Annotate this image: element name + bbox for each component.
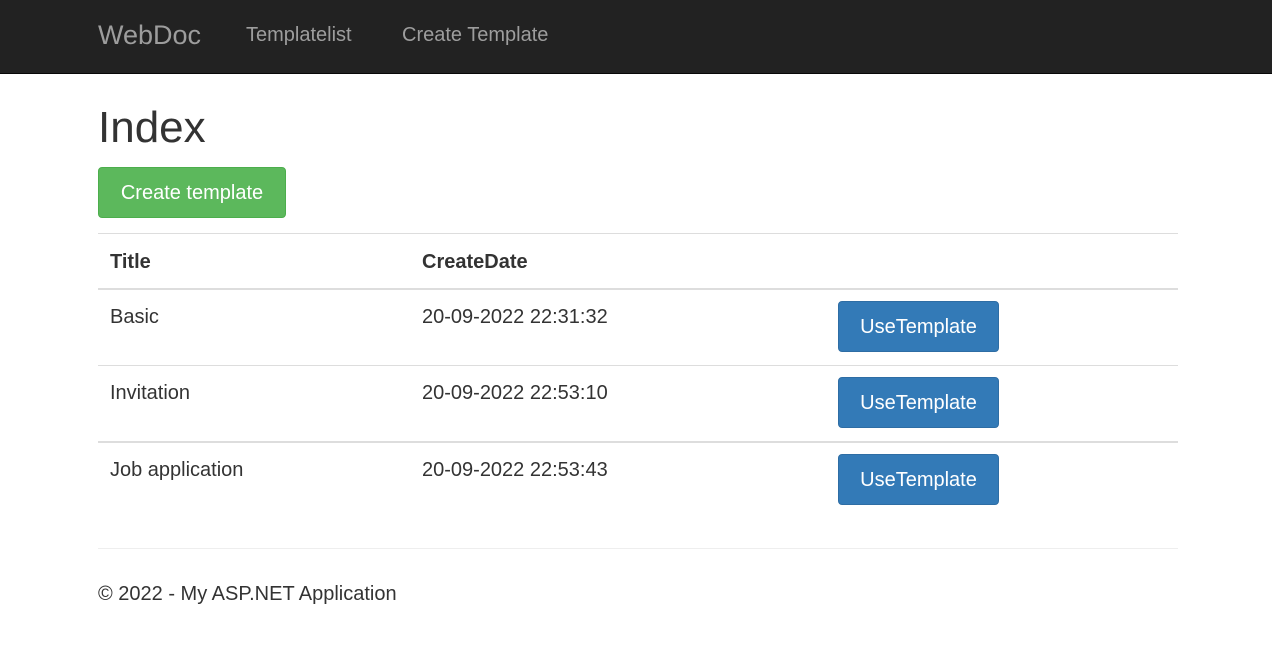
row-create-date: 20-09-2022 22:31:32 — [422, 306, 608, 328]
page-title: Index — [98, 103, 206, 152]
table-row: Basic 20-09-2022 22:31:32 UseTemplate — [98, 290, 1178, 366]
nav-link-templatelist[interactable]: Templatelist — [246, 23, 352, 47]
nav-link-create-template[interactable]: Create Template — [402, 23, 548, 47]
row-create-date: 20-09-2022 22:53:10 — [422, 382, 608, 404]
table-row: Job application 20-09-2022 22:53:43 UseT… — [98, 443, 1178, 519]
row-title: Basic — [110, 306, 159, 328]
row-title: Job application — [110, 459, 244, 481]
column-header-createdate: CreateDate — [422, 251, 528, 273]
templates-table: Title CreateDate Basic 20-09-2022 22:31:… — [98, 233, 1178, 519]
table-row: Invitation 20-09-2022 22:53:10 UseTempla… — [98, 366, 1178, 443]
use-template-button[interactable]: UseTemplate — [838, 301, 999, 352]
row-create-date: 20-09-2022 22:53:43 — [422, 459, 608, 481]
use-template-button[interactable]: UseTemplate — [838, 454, 999, 505]
column-header-title: Title — [110, 251, 151, 273]
use-template-button[interactable]: UseTemplate — [838, 377, 999, 428]
brand-link[interactable]: WebDoc — [98, 19, 201, 51]
top-navbar: WebDoc Templatelist Create Template — [0, 0, 1272, 74]
table-header-row: Title CreateDate — [98, 234, 1178, 290]
row-title: Invitation — [110, 382, 191, 404]
footer-copyright: © 2022 - My ASP.NET Application — [98, 583, 397, 605]
create-template-button[interactable]: Create template — [98, 167, 286, 218]
footer-divider — [98, 548, 1178, 549]
